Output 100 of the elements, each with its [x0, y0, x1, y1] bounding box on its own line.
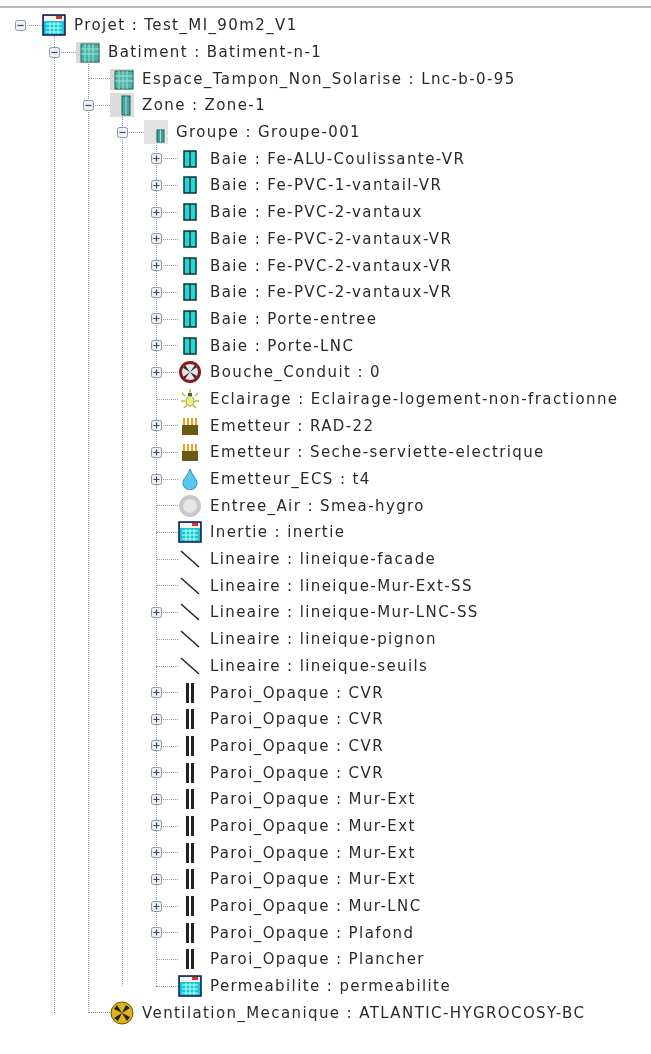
calendar-icon	[178, 975, 202, 998]
expand-toggle[interactable]	[150, 873, 162, 885]
fan-icon	[110, 1000, 134, 1025]
door-icon	[143, 120, 169, 145]
wall-icon	[185, 788, 195, 811]
tree-item-label[interactable]: Paroi_Opaque : Mur-Ext	[210, 843, 416, 862]
wall-icon	[185, 841, 195, 864]
expand-toggle[interactable]	[150, 206, 162, 218]
wall-icon	[185, 814, 195, 837]
expand-toggle[interactable]	[150, 153, 162, 165]
expand-toggle[interactable]	[150, 366, 162, 378]
tree-item-label[interactable]: Paroi_Opaque : Plafond	[210, 923, 415, 942]
tree-item-label[interactable]: Ventilation_Mecanique : ATLANTIC-HYGROCOSY-BC	[142, 1003, 586, 1022]
building-icon	[109, 66, 135, 91]
tree-item-label[interactable]: Paroi_Opaque : Plancher	[210, 950, 425, 969]
tree-item-label[interactable]: Paroi_Opaque : Mur-Ext	[210, 870, 416, 889]
collapse-toggle[interactable]	[48, 46, 60, 58]
diagonal-line-icon	[179, 629, 201, 650]
window-icon	[183, 176, 197, 195]
tree-item-label[interactable]: Paroi_Opaque : Mur-Ext	[210, 816, 416, 835]
expand-toggle[interactable]	[150, 606, 162, 618]
diagonal-line-icon	[179, 655, 201, 676]
expand-toggle[interactable]	[150, 687, 162, 699]
expand-toggle[interactable]	[150, 179, 162, 191]
tree-item-label[interactable]: Baie : Fe-PVC-2-vantaux-VR	[210, 229, 453, 248]
tree-item-label[interactable]: Inertie : inertie	[210, 523, 346, 542]
tree-item-label[interactable]: Projet : Test_MI_90m2_V1	[74, 16, 298, 35]
window-icon	[183, 283, 197, 302]
expand-toggle[interactable]	[150, 340, 162, 352]
tree-item-label[interactable]: Emetteur : Seche-serviette-electrique	[210, 443, 545, 462]
wall-icon	[185, 681, 195, 704]
diagonal-line-icon	[179, 602, 201, 623]
tree-item-label[interactable]: Baie : Fe-PVC-2-vantaux	[210, 203, 423, 222]
tree-item-label[interactable]: Lineaire : lineique-Mur-LNC-SS	[210, 603, 479, 622]
lightbulb-icon	[179, 387, 201, 410]
expand-toggle[interactable]	[150, 767, 162, 779]
expand-toggle[interactable]	[150, 793, 162, 805]
expand-toggle[interactable]	[150, 900, 162, 912]
tree-item-label[interactable]: Baie : Fe-PVC-1-vantail-VR	[210, 176, 443, 195]
door-icon	[109, 93, 135, 118]
tree-item-label[interactable]: Lineaire : lineique-Mur-Ext-SS	[210, 576, 473, 595]
expand-toggle[interactable]	[150, 713, 162, 725]
tree-item-label[interactable]: Emetteur_ECS : t4	[210, 470, 371, 489]
water-drop-icon	[181, 468, 199, 491]
expand-toggle[interactable]	[150, 260, 162, 272]
tree-item-label[interactable]: Permeabilite : permeabilite	[210, 977, 452, 996]
radiator-icon	[180, 415, 200, 436]
expand-toggle[interactable]	[150, 420, 162, 432]
wall-icon	[185, 868, 195, 891]
tree-item-label[interactable]: Bouche_Conduit : 0	[210, 363, 382, 382]
expand-toggle[interactable]	[150, 927, 162, 939]
wall-icon	[185, 895, 195, 918]
disc-icon	[178, 493, 202, 518]
expand-toggle[interactable]	[150, 233, 162, 245]
tree-item-label[interactable]: Batiment : Batiment-n-1	[108, 43, 323, 62]
tree-item-label[interactable]: Lineaire : lineique-seuils	[210, 656, 429, 675]
tree-item-label[interactable]: Paroi_Opaque : CVR	[210, 736, 384, 755]
diagonal-line-icon	[179, 549, 201, 570]
fan-icon	[178, 360, 202, 385]
tree-item-label[interactable]: Baie : Porte-LNC	[210, 336, 355, 355]
tree-item-label[interactable]: Baie : Fe-PVC-2-vantaux-VR	[210, 256, 453, 275]
tree-item-label[interactable]: Paroi_Opaque : CVR	[210, 710, 384, 729]
expand-toggle[interactable]	[150, 847, 162, 859]
tree-item-label[interactable]: Emetteur : RAD-22	[210, 416, 375, 435]
diagonal-line-icon	[179, 575, 201, 596]
collapse-toggle[interactable]	[14, 19, 26, 31]
wall-icon	[185, 708, 195, 731]
building-icon	[75, 40, 101, 65]
tree-item-label[interactable]: Paroi_Opaque : CVR	[210, 763, 384, 782]
expand-toggle[interactable]	[150, 473, 162, 485]
expand-toggle[interactable]	[150, 286, 162, 298]
window-icon	[183, 309, 197, 328]
wall-icon	[185, 734, 195, 757]
tree-item-label[interactable]: Paroi_Opaque : Mur-Ext	[210, 790, 416, 809]
tree-item-label[interactable]: Baie : Porte-entree	[210, 309, 378, 328]
expand-toggle[interactable]	[150, 446, 162, 458]
tree-item-label[interactable]: Lineaire : lineique-pignon	[210, 630, 437, 649]
tree-item-label[interactable]: Groupe : Groupe-001	[176, 123, 362, 142]
expand-toggle[interactable]	[150, 740, 162, 752]
window-icon	[183, 203, 197, 222]
wall-icon	[185, 948, 195, 971]
window-icon	[183, 336, 197, 355]
tree-item-label[interactable]: Zone : Zone-1	[142, 96, 267, 115]
collapse-toggle[interactable]	[116, 126, 128, 138]
tree-item-label[interactable]: Entree_Air : Smea-hygro	[210, 496, 425, 515]
expand-toggle[interactable]	[150, 820, 162, 832]
wall-icon	[185, 921, 195, 944]
tree-item-label[interactable]: Baie : Fe-ALU-Coulissante-VR	[210, 149, 466, 168]
tree-item-label[interactable]: Lineaire : lineique-facade	[210, 550, 437, 569]
tree-item-label[interactable]: Baie : Fe-PVC-2-vantaux-VR	[210, 283, 453, 302]
tree-item-label[interactable]: Paroi_Opaque : Mur-LNC	[210, 897, 422, 916]
collapse-toggle[interactable]	[82, 99, 94, 111]
tree-item-label[interactable]: Espace_Tampon_Non_Solarise : Lnc-b-0-95	[142, 69, 516, 88]
wall-icon	[185, 761, 195, 784]
calendar-icon	[42, 14, 66, 37]
tree-item-label[interactable]: Paroi_Opaque : CVR	[210, 683, 384, 702]
window-icon	[183, 229, 197, 248]
tree-item-label[interactable]: Eclairage : Eclairage-logement-non-fractionne	[210, 389, 619, 408]
window-icon	[183, 256, 197, 275]
expand-toggle[interactable]	[150, 313, 162, 325]
